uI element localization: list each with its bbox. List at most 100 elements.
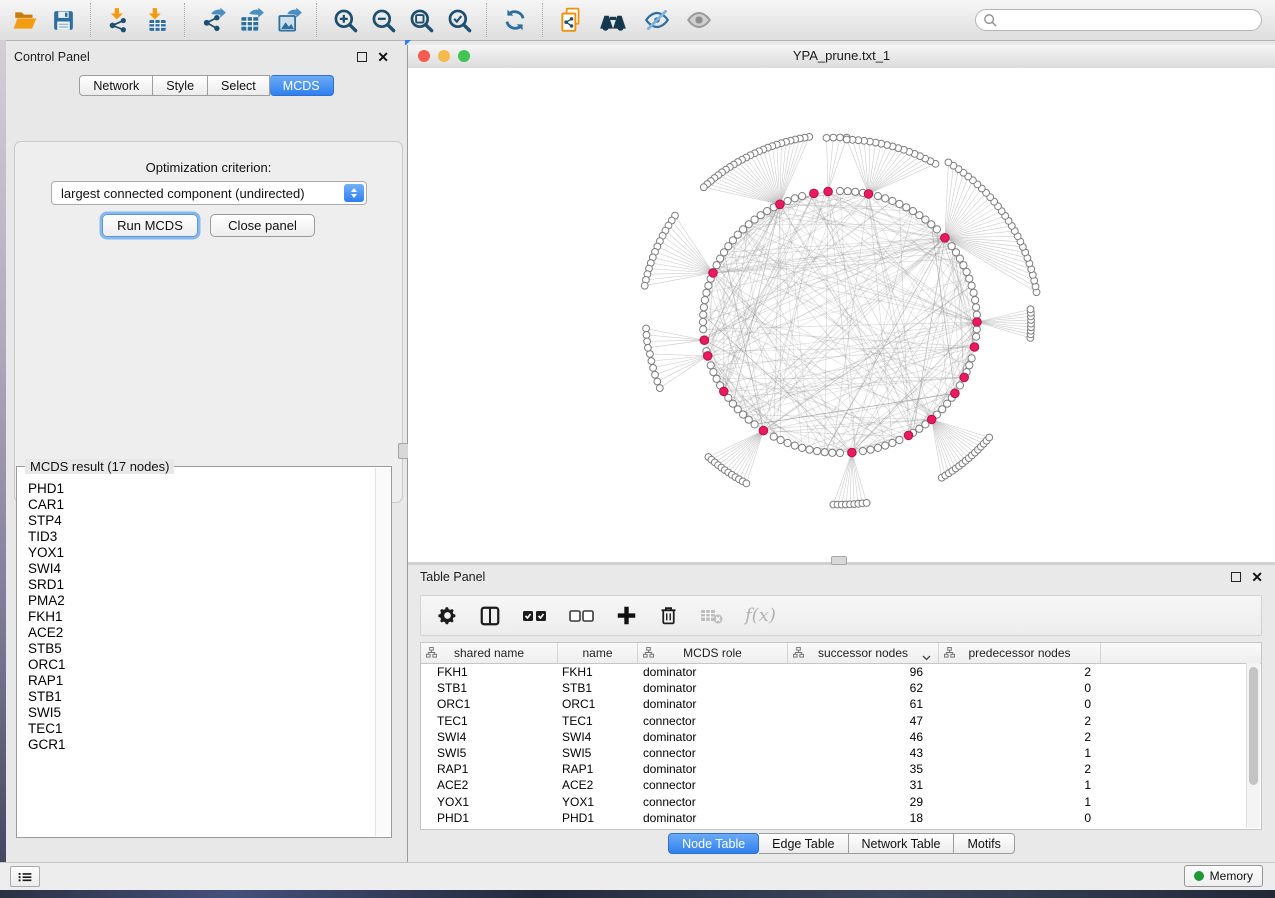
dominator-node[interactable] (951, 389, 960, 398)
node[interactable] (972, 297, 979, 304)
float-panel-icon[interactable] (357, 52, 367, 62)
node[interactable] (830, 134, 837, 141)
network-canvas[interactable] (408, 68, 1275, 562)
dominator-node[interactable] (709, 269, 718, 278)
node[interactable] (791, 442, 798, 449)
delete-column-button[interactable] (658, 603, 679, 629)
tab-node-table[interactable]: Node Table (668, 833, 759, 854)
table-row[interactable]: SWI4SWI4dominator462 (421, 729, 1261, 745)
mcds-result-item[interactable]: PMA2 (28, 593, 375, 609)
node[interactable] (973, 333, 980, 340)
mcds-result-item[interactable]: TID3 (28, 529, 375, 545)
dominator-node[interactable] (703, 352, 712, 361)
node[interactable] (867, 446, 874, 453)
dominator-node[interactable] (700, 336, 709, 345)
node[interactable] (648, 358, 655, 365)
mcds-result-item[interactable]: GCR1 (28, 737, 375, 753)
table-row[interactable]: TEC1TEC1connector472 (421, 713, 1261, 729)
export-image-button[interactable] (272, 4, 306, 36)
node[interactable] (852, 188, 859, 195)
tab-select[interactable]: Select (208, 75, 270, 96)
refresh-button[interactable] (498, 4, 532, 36)
table-row[interactable]: RAP1RAP1dominator352 (421, 761, 1261, 777)
import-table-button[interactable] (140, 4, 174, 36)
node[interactable] (874, 193, 881, 200)
zoom-out-button[interactable] (366, 4, 400, 36)
node[interactable] (751, 421, 758, 428)
zoom-in-button[interactable] (328, 4, 362, 36)
mcds-result-item[interactable]: STB5 (28, 641, 375, 657)
export-network-button[interactable] (196, 4, 230, 36)
dominator-node[interactable] (864, 190, 873, 199)
node[interactable] (656, 385, 663, 392)
node[interactable] (882, 195, 889, 202)
table-row[interactable]: YOX1YOX1connector291 (421, 794, 1261, 810)
mcds-result-item[interactable]: ACE2 (28, 625, 375, 641)
node[interactable] (1027, 306, 1034, 313)
mcds-result-item[interactable]: RAP1 (28, 673, 375, 689)
dominator-node[interactable] (941, 234, 950, 243)
node[interactable] (784, 197, 791, 204)
node[interactable] (956, 382, 963, 389)
column-header-successor-nodes[interactable]: successor nodes (788, 643, 939, 663)
tab-mcds[interactable]: MCDS (270, 75, 334, 96)
mcds-result-item[interactable]: FKH1 (28, 609, 375, 625)
node[interactable] (968, 355, 975, 362)
dominator-node[interactable] (810, 189, 819, 198)
node[interactable] (645, 344, 652, 351)
table-row[interactable]: SWI5SWI5connector431 (421, 745, 1261, 761)
maximize-window-icon[interactable] (458, 50, 470, 62)
node[interactable] (882, 442, 889, 449)
node[interactable] (823, 135, 830, 142)
node[interactable] (699, 318, 706, 325)
node[interactable] (889, 197, 896, 204)
node[interactable] (889, 439, 896, 446)
node[interactable] (700, 326, 707, 333)
node-table-scrollbar[interactable] (1246, 663, 1260, 828)
scrollbar-thumb[interactable] (1249, 667, 1258, 785)
node[interactable] (966, 275, 973, 282)
node[interactable] (909, 208, 916, 215)
node[interactable] (806, 446, 813, 453)
column-header-shared-name[interactable]: shared name (421, 643, 558, 663)
node[interactable] (896, 200, 903, 207)
node[interactable] (641, 282, 648, 289)
node[interactable] (859, 448, 866, 455)
zoom-selected-button[interactable] (442, 4, 476, 36)
optimization-criterion-select[interactable]: largest connected component (undirected) (51, 181, 367, 205)
hide-selected-button[interactable] (640, 4, 674, 36)
close-panel-icon[interactable]: ✕ (377, 52, 389, 62)
tab-style[interactable]: Style (153, 75, 208, 96)
dominator-node[interactable] (776, 200, 785, 209)
show-all-button[interactable] (682, 4, 716, 36)
network-graph[interactable] (408, 68, 1275, 562)
close-panel-icon[interactable]: ✕ (1251, 572, 1263, 582)
node[interactable] (844, 188, 851, 195)
show-columns-button[interactable] (479, 603, 501, 629)
select-all-rows-button[interactable] (522, 603, 548, 629)
add-column-button[interactable] (616, 603, 637, 629)
node[interactable] (710, 369, 717, 376)
node[interactable] (863, 500, 870, 507)
node[interactable] (799, 193, 806, 200)
node[interactable] (643, 325, 650, 332)
node[interactable] (713, 262, 720, 269)
mcds-result-item[interactable]: YOX1 (28, 545, 375, 561)
mcds-result-item[interactable]: STB1 (28, 689, 375, 705)
node[interactable] (837, 134, 844, 141)
node[interactable] (791, 195, 798, 202)
mcds-result-item[interactable]: TEC1 (28, 721, 375, 737)
table-row[interactable]: PHD1PHD1dominator180 (421, 810, 1261, 826)
run-mcds-button[interactable]: Run MCDS (102, 214, 198, 237)
column-header-predecessor-nodes[interactable]: predecessor nodes (939, 643, 1101, 663)
mcds-result-item[interactable]: SWI4 (28, 561, 375, 577)
node[interactable] (654, 378, 661, 385)
node[interactable] (701, 297, 708, 304)
node[interactable] (643, 332, 650, 339)
dominator-node[interactable] (973, 318, 982, 327)
node[interactable] (963, 268, 970, 275)
node[interactable] (843, 136, 850, 143)
node[interactable] (700, 184, 707, 191)
table-row[interactable]: FKH1FKH1dominator962 (421, 664, 1261, 680)
node[interactable] (960, 262, 967, 269)
